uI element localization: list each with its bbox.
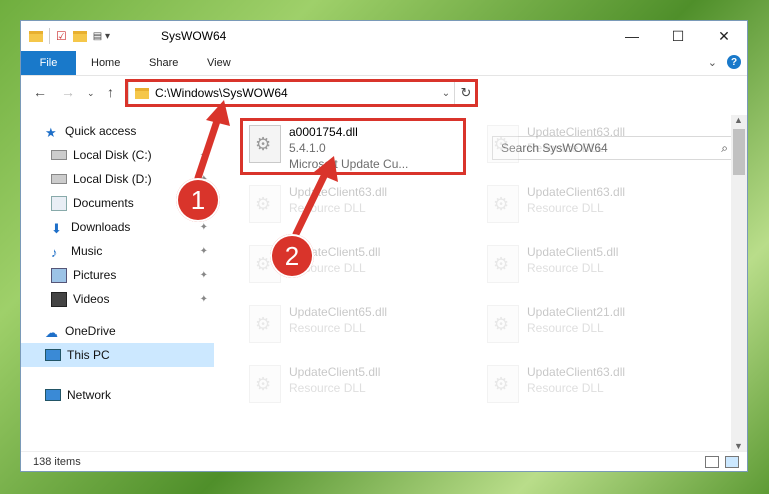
arrow-1-head: [206, 100, 230, 126]
step-badge-2: 2: [270, 234, 314, 278]
step-badge-1: 1: [176, 178, 220, 222]
arrow-1-shaft: [194, 114, 222, 182]
arrow-2-shaft: [292, 168, 330, 238]
annotation-arrows: [194, 100, 338, 238]
